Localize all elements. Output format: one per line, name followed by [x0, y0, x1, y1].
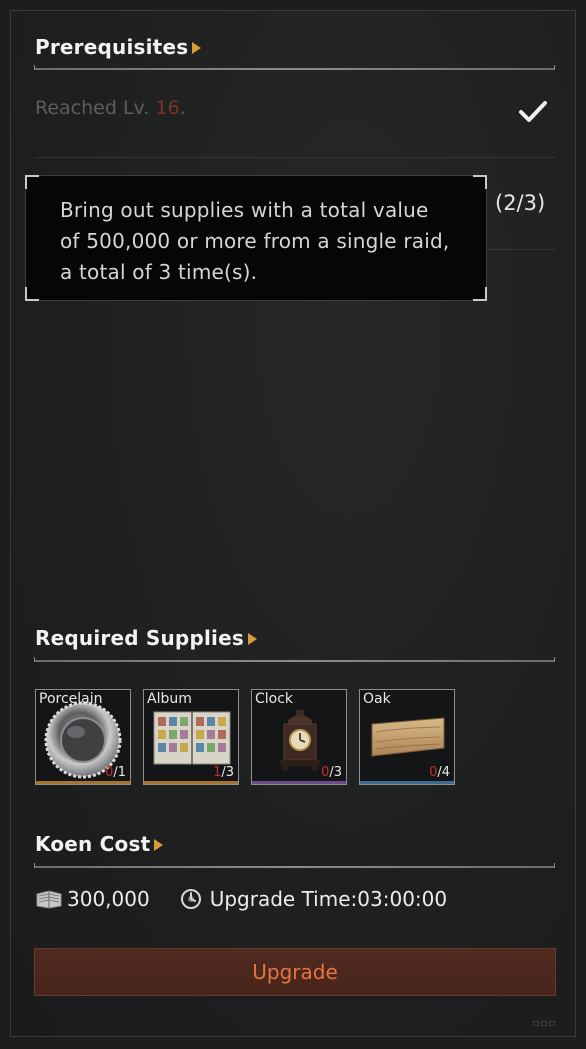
supply-item-name: Album: [147, 691, 192, 707]
task-tooltip: Bring out supplies with a total value of…: [25, 175, 487, 301]
supply-item-name: Clock: [255, 691, 294, 707]
supply-item-grid: Porcelain 0/1 Album 1/3 Clock 0/3 Oak 0/…: [35, 689, 455, 785]
expand-arrow-icon: [154, 839, 164, 851]
level-req-prefix: Reached Lv.: [35, 97, 156, 119]
rarity-bar: [360, 781, 454, 784]
hideout-upgrade-panel: Prerequisites Reached Lv. 16. (2/3) Brin…: [10, 10, 576, 1037]
row-divider: [34, 157, 555, 158]
clock-icon: [180, 889, 201, 909]
koen-cost-title: Koen Cost: [35, 832, 151, 856]
upgrade-button[interactable]: Upgrade: [34, 948, 556, 996]
supply-item-need: /3: [221, 765, 234, 780]
supply-item-need: /3: [329, 765, 342, 780]
tooltip-corner: [473, 287, 487, 301]
tooltip-corner: [473, 175, 487, 189]
level-req-value: 16: [155, 97, 180, 119]
supply-item-count: 0/1: [105, 765, 126, 780]
supply-item-name: Oak: [363, 691, 391, 707]
upgrade-time-label: Upgrade Time:: [209, 887, 358, 911]
tooltip-corner: [25, 287, 39, 301]
rarity-bar: [144, 781, 238, 784]
checkmark-icon: [519, 101, 547, 122]
supply-item-need: /4: [437, 765, 450, 780]
panel-resize-grip: [533, 1021, 555, 1026]
expand-arrow-icon: [192, 42, 202, 54]
level-req-suffix: .: [179, 97, 186, 119]
section-divider: [34, 65, 555, 70]
koen-cost-header[interactable]: Koen Cost: [35, 832, 164, 856]
tooltip-corner: [25, 175, 39, 189]
rarity-bar: [36, 781, 130, 784]
section-divider: [34, 657, 555, 662]
supply-item-count: 0/3: [321, 765, 342, 780]
upgrade-time-value: 03:00:00: [357, 887, 448, 911]
supply-item-porcelain[interactable]: Porcelain 0/1: [35, 689, 131, 785]
supply-item-need: /1: [113, 765, 126, 780]
koen-currency-icon: [36, 890, 62, 909]
rarity-bar: [252, 781, 346, 784]
supply-item-clock[interactable]: Clock 0/3: [251, 689, 347, 785]
prerequisites-header[interactable]: Prerequisites: [35, 35, 202, 59]
upgrade-button-label: Upgrade: [252, 960, 338, 984]
expand-arrow-icon: [247, 633, 257, 645]
koen-cost-amount: 300,000: [67, 887, 150, 911]
supply-item-name: Porcelain: [39, 691, 103, 707]
prerequisites-title: Prerequisites: [35, 35, 189, 59]
required-supplies-header[interactable]: Required Supplies: [35, 626, 257, 650]
cost-row: 300,000 Upgrade Time: 03:00:00: [35, 887, 447, 911]
section-divider: [34, 863, 555, 868]
supply-item-count: 1/3: [213, 765, 234, 780]
tooltip-text: Bring out supplies with a total value of…: [60, 198, 450, 284]
required-supplies-title: Required Supplies: [35, 626, 244, 650]
supply-item-oak[interactable]: Oak 0/4: [359, 689, 455, 785]
supply-item-count: 0/4: [429, 765, 450, 780]
level-requirement: Reached Lv. 16.: [35, 97, 186, 119]
task-progress: (2/3): [495, 191, 546, 215]
supply-item-album[interactable]: Album 1/3: [143, 689, 239, 785]
